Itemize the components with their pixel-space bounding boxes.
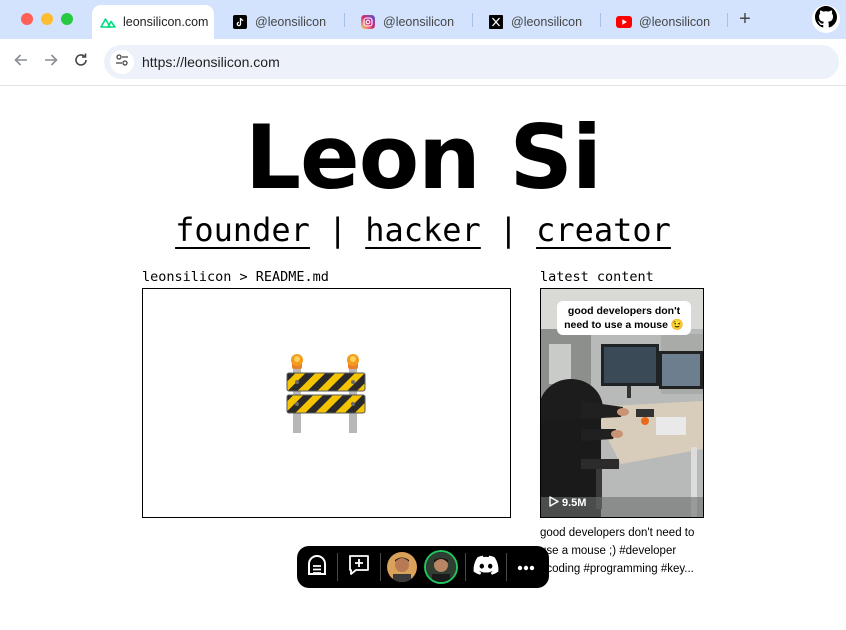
tab-label: @leonsilicon: [383, 15, 455, 29]
toolbar-logo-button[interactable]: [297, 546, 337, 588]
video-caption-overlay: good developers don't need to use a mous…: [557, 301, 691, 335]
latest-content-label: latest content: [540, 269, 654, 285]
tab-instagram[interactable]: @leonsilicon: [350, 5, 470, 39]
tiktok-icon: [232, 14, 248, 30]
discord-button[interactable]: [466, 546, 506, 588]
github-profile-button[interactable]: [812, 5, 840, 33]
tab-leonsilicon[interactable]: leonsilicon.com: [92, 5, 214, 39]
view-count: 9.5M: [549, 496, 586, 510]
separator: |: [498, 211, 519, 249]
play-icon: [549, 496, 559, 510]
x-icon: [488, 14, 504, 30]
tab-label: @leonsilicon: [511, 15, 583, 29]
url-text[interactable]: https://leonsilicon.com: [142, 54, 280, 70]
reload-button[interactable]: [71, 52, 91, 72]
tab-strip: leonsilicon.com @leonsilicon @leonsilico…: [0, 0, 846, 39]
avatar: [387, 552, 417, 582]
maximize-window-button[interactable]: [61, 13, 73, 25]
separator: |: [327, 211, 348, 249]
latest-video-thumbnail[interactable]: good developers don't need to use a mous…: [540, 288, 704, 518]
tab-divider: [472, 13, 473, 27]
tab-divider: [727, 13, 728, 27]
more-options-button[interactable]: [507, 546, 545, 588]
tab-tiktok[interactable]: @leonsilicon: [222, 5, 342, 39]
arrow-right-icon: [43, 52, 59, 73]
user-avatar-1[interactable]: [381, 546, 423, 588]
tab-x[interactable]: @leonsilicon: [478, 5, 598, 39]
floating-toolbar: [297, 546, 549, 588]
readme-panel: [142, 288, 511, 518]
more-horizontal-icon: [517, 558, 535, 576]
readme-label: leonsilicon > README.md: [142, 269, 329, 285]
page-title: Leon Si: [244, 106, 602, 209]
github-icon: [815, 5, 837, 33]
tab-divider: [344, 13, 345, 27]
address-bar[interactable]: https://leonsilicon.com: [104, 45, 839, 79]
tab-label: @leonsilicon: [255, 15, 327, 29]
forward-button[interactable]: [41, 52, 61, 72]
avatar: [426, 552, 456, 582]
discord-icon: [473, 555, 499, 580]
construction-barrier-icon: [286, 353, 366, 440]
creator-link[interactable]: creator: [536, 211, 671, 249]
tab-divider: [600, 13, 601, 27]
youtube-icon: [616, 14, 632, 30]
browser-toolbar: https://leonsilicon.com: [0, 39, 846, 86]
hacker-link[interactable]: hacker: [365, 211, 481, 249]
close-window-button[interactable]: [21, 13, 33, 25]
nuxt-icon: [100, 14, 116, 30]
tab-youtube[interactable]: @leonsilicon: [606, 5, 726, 39]
tab-label: @leonsilicon: [639, 15, 711, 29]
latest-content-description[interactable]: good developers don't need to use a mous…: [540, 524, 706, 578]
logo-icon: [306, 554, 328, 581]
back-button[interactable]: [11, 52, 31, 72]
tune-icon: [115, 53, 129, 72]
new-tab-button[interactable]: +: [735, 9, 755, 29]
role-links: founder | hacker | creator: [0, 209, 846, 251]
view-count-text: 9.5M: [562, 497, 587, 509]
arrow-left-icon: [13, 52, 29, 73]
site-info-button[interactable]: [110, 50, 134, 74]
instagram-icon: [360, 14, 376, 30]
reload-icon: [73, 52, 89, 73]
add-comment-button[interactable]: [338, 546, 380, 588]
comment-plus-icon: [348, 554, 370, 581]
user-avatar-2[interactable]: [423, 546, 459, 588]
tab-label: leonsilicon.com: [123, 15, 209, 29]
founder-link[interactable]: founder: [175, 211, 310, 249]
minimize-window-button[interactable]: [41, 13, 53, 25]
